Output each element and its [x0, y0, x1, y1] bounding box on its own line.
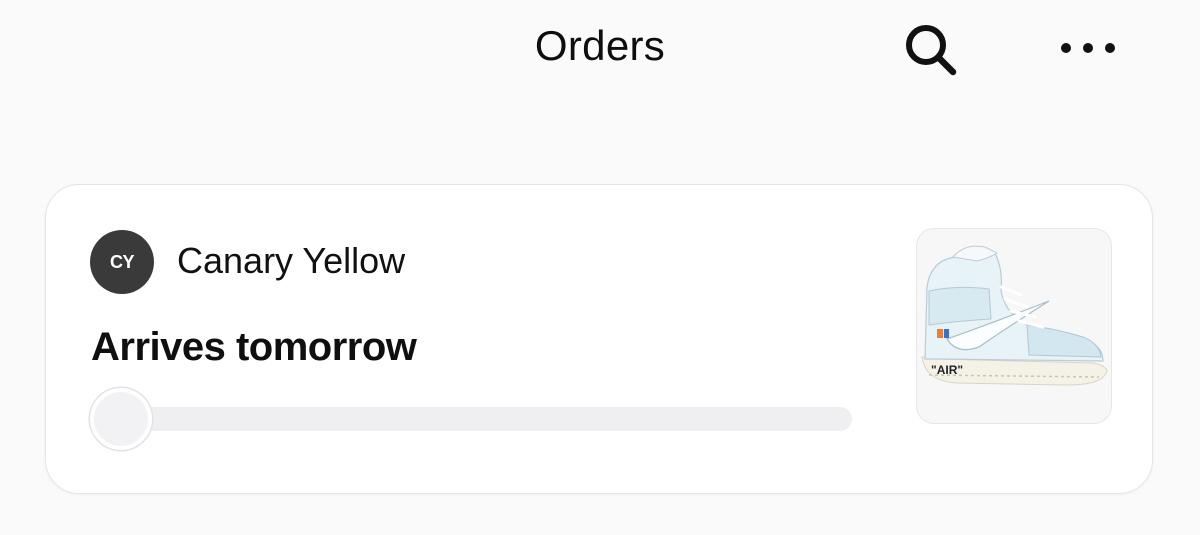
- delivery-progress-indicator: [90, 388, 152, 450]
- page-title: Orders: [534, 22, 666, 69]
- avatar-initials: CY: [109, 251, 135, 272]
- delivery-status: Arrives tomorrow: [91, 325, 417, 369]
- more-horizontal-icon: [1061, 43, 1115, 53]
- seller-avatar: CY: [90, 230, 154, 294]
- search-icon: [906, 25, 957, 76]
- order-card[interactable]: CY Canary Yellow Arrives tomorrow "AIR": [45, 184, 1153, 494]
- delivery-progress-track: [104, 407, 852, 431]
- product-thumbnail[interactable]: "AIR": [916, 228, 1112, 424]
- sneaker-image: "AIR": [921, 245, 1108, 386]
- top-bar: Orders: [0, 0, 1200, 100]
- sneaker-print: "AIR": [931, 363, 963, 377]
- more-options-button[interactable]: [1050, 26, 1126, 70]
- seller-name: Canary Yellow: [177, 240, 406, 281]
- search-button[interactable]: [896, 18, 962, 80]
